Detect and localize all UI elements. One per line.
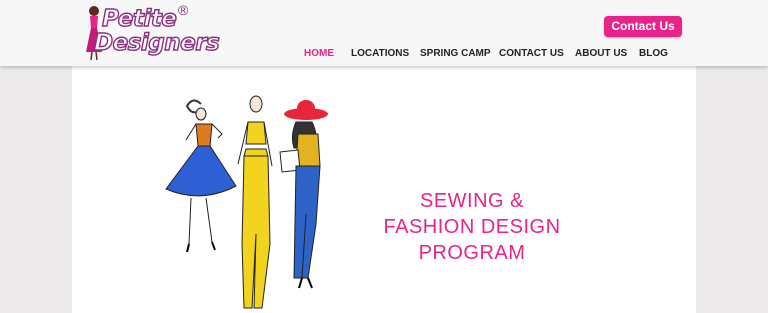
nav-item-spring-camp[interactable]: SPRING CAMP: [420, 48, 491, 59]
headline-line1: SEWING &: [419, 190, 524, 212]
logo-text-line1: Petite: [101, 5, 177, 32]
fashion-sketch-image: [165, 95, 328, 309]
nav-item-blog[interactable]: BLOG: [639, 48, 668, 59]
main-nav: HOME LOCATIONS SPRING CAMP CONTACT US AB…: [0, 48, 768, 64]
contact-us-button[interactable]: Contact Us: [604, 16, 682, 37]
headline-line2: FASHION DESIGN: [383, 216, 561, 238]
figure-red-hat: [279, 100, 328, 289]
registered-mark: ®: [178, 2, 189, 18]
figure-yellow-outfit: [237, 95, 273, 309]
nav-item-locations[interactable]: LOCATIONS: [351, 48, 409, 59]
nav-item-home[interactable]: HOME: [304, 48, 334, 59]
site-header: Petite Designers ® Contact Us HOME LOCAT…: [0, 0, 768, 66]
hero-section: SEWING & FASHION DESIGN PROGRAM: [72, 66, 696, 313]
headline-line3: PROGRAM: [418, 242, 526, 264]
figure-blue-dress: [165, 99, 237, 253]
hero-headline: SEWING & FASHION DESIGN PROGRAM: [372, 188, 572, 266]
nav-item-about-us[interactable]: ABOUT US: [575, 48, 627, 59]
nav-item-contact-us[interactable]: CONTACT US: [499, 48, 564, 59]
